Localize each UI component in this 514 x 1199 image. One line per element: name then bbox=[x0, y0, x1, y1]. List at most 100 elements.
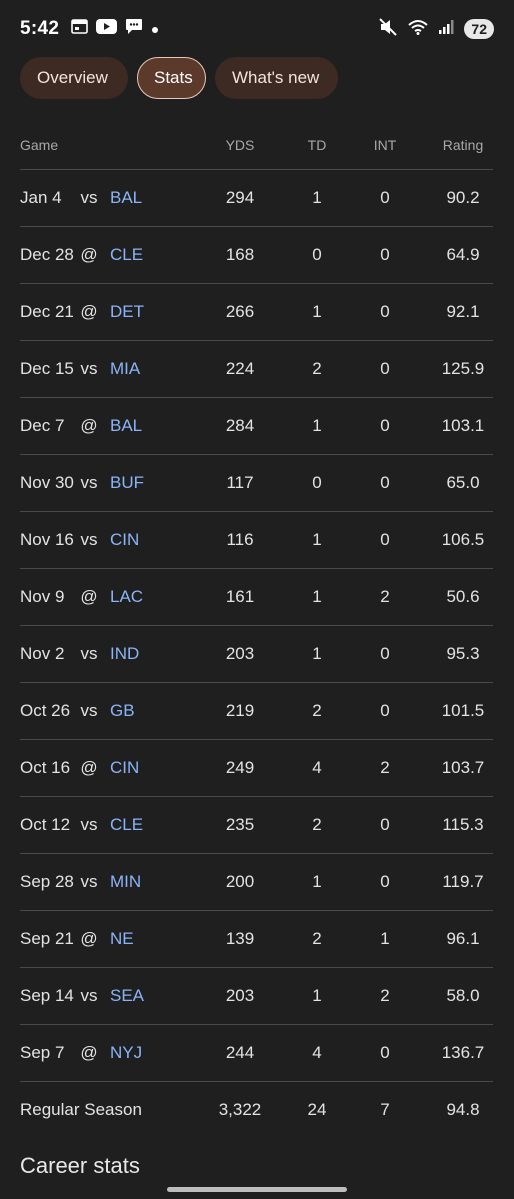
game-date: Sep 21 bbox=[20, 929, 74, 948]
opponent-link[interactable]: GB bbox=[110, 701, 170, 721]
table-row[interactable]: Sep 21 @ NE 139 2 1 96.1 bbox=[20, 911, 493, 968]
home-away: vs bbox=[80, 986, 98, 1005]
header-yds: YDS bbox=[225, 137, 255, 153]
opponent-link[interactable]: BAL bbox=[110, 188, 170, 208]
touchdowns-cell: 1 bbox=[312, 188, 322, 207]
interceptions-cell: 0 bbox=[380, 245, 390, 264]
touchdowns-cell: 1 bbox=[312, 302, 322, 321]
opponent-link[interactable]: NE bbox=[110, 929, 170, 949]
opponent-link[interactable]: MIA bbox=[110, 359, 170, 379]
rating-cell: 96.1 bbox=[446, 929, 480, 948]
rating-cell: 106.5 bbox=[441, 530, 485, 549]
game-date: Oct 26 bbox=[20, 701, 71, 720]
season-yds: 3,322 bbox=[218, 1100, 262, 1119]
home-away: vs bbox=[80, 872, 98, 891]
opponent-link[interactable]: DET bbox=[110, 302, 170, 322]
home-indicator[interactable] bbox=[167, 1187, 347, 1192]
season-label: Regular Season bbox=[20, 1100, 142, 1119]
table-row[interactable]: Dec 7 @ BAL 284 1 0 103.1 bbox=[20, 398, 493, 455]
interceptions-cell: 0 bbox=[380, 815, 390, 834]
tab-stats[interactable]: Stats bbox=[137, 57, 206, 99]
table-row[interactable]: Nov 16 vs CIN 116 1 0 106.5 bbox=[20, 512, 493, 569]
table-row[interactable]: Oct 16 @ CIN 249 4 2 103.7 bbox=[20, 740, 493, 797]
touchdowns-cell: 4 bbox=[312, 1043, 322, 1062]
opponent-link[interactable]: BUF bbox=[110, 473, 170, 493]
season-td: 24 bbox=[307, 1100, 327, 1119]
table-row[interactable]: Nov 9 @ LAC 161 1 2 50.6 bbox=[20, 569, 493, 626]
opponent-link[interactable]: SEA bbox=[110, 986, 170, 1006]
table-row[interactable]: Dec 28 @ CLE 168 0 0 64.9 bbox=[20, 227, 493, 284]
interceptions-cell: 2 bbox=[380, 758, 390, 777]
status-left: 5:42 bbox=[20, 18, 159, 41]
game-date: Sep 7 bbox=[20, 1043, 65, 1062]
opponent-link[interactable]: CLE bbox=[110, 815, 170, 835]
yards-cell: 266 bbox=[225, 302, 255, 321]
opponent-link[interactable]: LAC bbox=[110, 587, 170, 607]
game-date: Nov 9 bbox=[20, 587, 65, 606]
table-row[interactable]: Sep 7 @ NYJ 244 4 0 136.7 bbox=[20, 1025, 493, 1082]
mute-icon bbox=[379, 17, 398, 41]
yards-cell: 224 bbox=[225, 359, 255, 378]
opponent-link[interactable]: IND bbox=[110, 644, 170, 664]
interceptions-cell: 0 bbox=[380, 701, 390, 720]
yards-cell: 284 bbox=[225, 416, 255, 435]
table-header: Game YDS TD INT Rating bbox=[20, 122, 493, 170]
home-away: @ bbox=[80, 245, 98, 264]
tab-whats-new[interactable]: What's new bbox=[215, 57, 338, 99]
yards-cell: 139 bbox=[225, 929, 255, 948]
yards-cell: 249 bbox=[225, 758, 255, 777]
game-stats-table: Game YDS TD INT Rating Jan 4 vs BAL 294 1 0 90… bbox=[20, 122, 493, 1138]
yards-cell: 117 bbox=[226, 473, 254, 492]
table-row[interactable]: Sep 14 vs SEA 203 1 2 58.0 bbox=[20, 968, 493, 1025]
home-away: vs bbox=[80, 815, 98, 834]
table-row[interactable]: Dec 15 vs MIA 224 2 0 125.9 bbox=[20, 341, 493, 398]
status-time: 5:42 bbox=[20, 18, 60, 39]
game-date: Dec 21 bbox=[20, 302, 74, 321]
table-row[interactable]: Jan 4 vs BAL 294 1 0 90.2 bbox=[20, 170, 493, 227]
youtube-icon bbox=[96, 18, 118, 40]
rating-cell: 115.3 bbox=[442, 815, 484, 834]
notification-dot-icon bbox=[151, 18, 159, 40]
touchdowns-cell: 1 bbox=[312, 587, 322, 606]
opponent-link[interactable]: NYJ bbox=[110, 1043, 170, 1063]
chat-icon bbox=[125, 18, 143, 41]
wifi-icon bbox=[408, 19, 429, 40]
game-date: Sep 14 bbox=[20, 986, 74, 1005]
yards-cell: 219 bbox=[225, 701, 255, 720]
opponent-link[interactable]: CIN bbox=[110, 530, 170, 550]
home-away: vs bbox=[80, 644, 98, 663]
rating-cell: 103.7 bbox=[441, 758, 485, 777]
rating-cell: 125.9 bbox=[441, 359, 485, 378]
interceptions-cell: 0 bbox=[380, 302, 390, 321]
yards-cell: 116 bbox=[226, 530, 254, 549]
rating-cell: 50.6 bbox=[446, 587, 480, 606]
table-row[interactable]: Dec 21 @ DET 266 1 0 92.1 bbox=[20, 284, 493, 341]
table-row[interactable]: Nov 30 vs BUF 117 0 0 65.0 bbox=[20, 455, 493, 512]
touchdowns-cell: 4 bbox=[312, 758, 322, 777]
touchdowns-cell: 1 bbox=[312, 416, 322, 435]
table-row[interactable]: Sep 28 vs MIN 200 1 0 119.7 bbox=[20, 854, 493, 911]
table-row[interactable]: Nov 2 vs IND 203 1 0 95.3 bbox=[20, 626, 493, 683]
opponent-link[interactable]: CLE bbox=[110, 245, 170, 265]
opponent-link[interactable]: MIN bbox=[110, 872, 170, 892]
home-away: @ bbox=[80, 416, 98, 435]
home-away: vs bbox=[80, 359, 98, 378]
opponent-link[interactable]: BAL bbox=[110, 416, 170, 436]
table-row[interactable]: Oct 12 vs CLE 235 2 0 115.3 bbox=[20, 797, 493, 854]
interceptions-cell: 0 bbox=[380, 188, 390, 207]
rating-cell: 90.2 bbox=[446, 188, 480, 207]
home-away: @ bbox=[80, 758, 98, 777]
tab-overview[interactable]: Overview bbox=[20, 57, 128, 99]
home-away: vs bbox=[80, 701, 98, 720]
header-int: INT bbox=[373, 137, 397, 153]
status-right: 72 bbox=[379, 17, 494, 41]
interceptions-cell: 1 bbox=[380, 929, 390, 948]
opponent-link[interactable]: CIN bbox=[110, 758, 170, 778]
interceptions-cell: 0 bbox=[380, 473, 390, 492]
table-body: Jan 4 vs BAL 294 1 0 90.2 Dec 28 @ CLE 168 0 0 64.9 De… bbox=[20, 170, 493, 1082]
rating-cell: 95.3 bbox=[446, 644, 480, 663]
status-bar: 5:42 72 bbox=[0, 0, 514, 58]
interceptions-cell: 0 bbox=[380, 359, 390, 378]
table-row[interactable]: Oct 26 vs GB 219 2 0 101.5 bbox=[20, 683, 493, 740]
signal-icon bbox=[438, 19, 454, 40]
